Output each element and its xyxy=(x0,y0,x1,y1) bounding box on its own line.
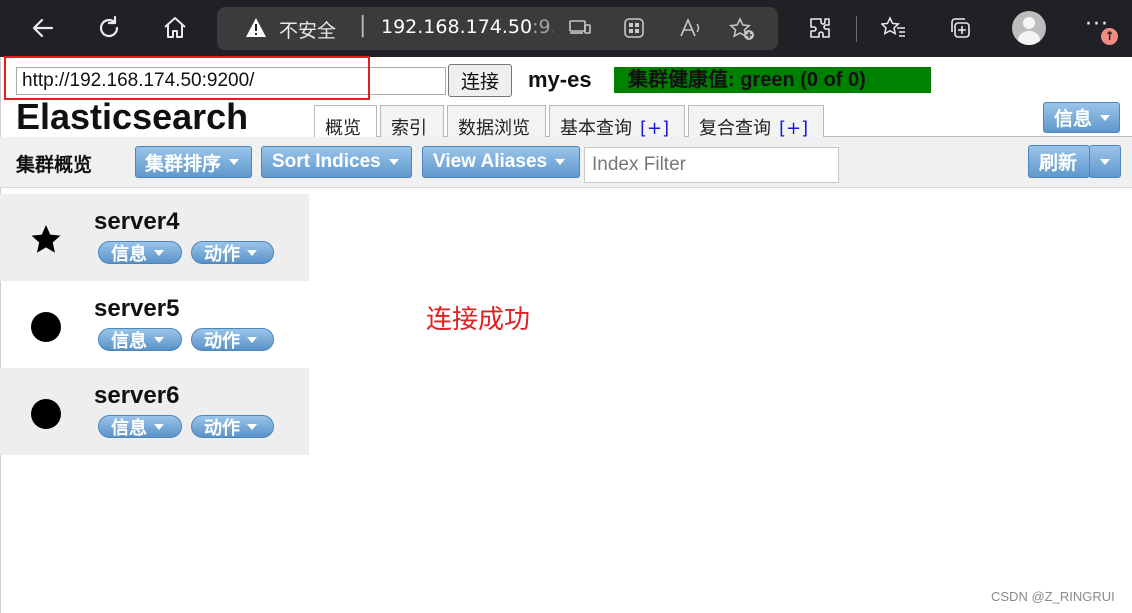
node-name: server4 xyxy=(94,208,180,235)
view-aliases-label: View Aliases xyxy=(433,151,548,172)
toolbar-divider xyxy=(856,16,857,42)
sort-indices-button[interactable]: Sort Indices xyxy=(261,146,412,178)
node-name: server5 xyxy=(94,295,180,322)
sort-cluster-label: 集群排序 xyxy=(145,153,222,175)
index-filter-input[interactable] xyxy=(584,147,839,183)
node-name: server6 xyxy=(94,382,180,409)
watermark: CSDN @Z_RINGRUI xyxy=(991,589,1115,604)
tab-label: 基本查询 xyxy=(560,118,632,139)
chevron-down-icon xyxy=(1100,158,1110,165)
chevron-down-icon xyxy=(247,423,257,430)
sort-indices-label: Sort Indices xyxy=(272,151,381,172)
info-menu-label: 信息 xyxy=(1054,109,1093,130)
back-arrow-icon[interactable] xyxy=(23,8,63,48)
cluster-health-status: 集群健康值: green (0 of 0) xyxy=(614,67,931,93)
info-menu-button[interactable]: 信息 xyxy=(1043,102,1120,133)
device-icon[interactable] xyxy=(567,17,593,41)
browser-toolbar: 不安全 | 192.168.174.50:9... ··· ↑ xyxy=(0,0,1132,57)
node-action-label: 动作 xyxy=(204,243,240,264)
insecure-label: 不安全 xyxy=(279,20,337,42)
tab-label: 复合查询 xyxy=(699,118,771,139)
apps-grid-icon[interactable] xyxy=(621,17,647,41)
update-badge-icon: ↑ xyxy=(1101,28,1118,45)
view-aliases-button[interactable]: View Aliases xyxy=(422,146,580,178)
tab-indices[interactable]: 索引 xyxy=(380,105,444,139)
node-action-label: 动作 xyxy=(204,330,240,351)
sort-cluster-button[interactable]: 集群排序 xyxy=(135,146,252,178)
collections-icon[interactable] xyxy=(940,8,980,48)
circle-icon xyxy=(31,312,61,342)
node-info-button[interactable]: 信息 xyxy=(98,241,182,264)
chevron-down-icon xyxy=(247,249,257,256)
page-title: Elasticsearch xyxy=(16,96,249,137)
node-info-button[interactable]: 信息 xyxy=(98,328,182,351)
chevron-down-icon xyxy=(154,249,164,256)
avatar-head xyxy=(1023,17,1035,29)
node-action-button[interactable]: 动作 xyxy=(191,415,274,438)
chevron-down-icon xyxy=(229,159,240,165)
url-rest: :9... xyxy=(532,16,553,38)
address-bar[interactable]: 不安全 | 192.168.174.50:9... xyxy=(217,7,778,50)
node-action-button[interactable]: 动作 xyxy=(191,328,274,351)
circle-icon xyxy=(31,399,61,429)
node-info-label: 信息 xyxy=(111,243,147,264)
node-info-label: 信息 xyxy=(111,330,147,351)
chevron-down-icon xyxy=(388,159,399,165)
node-row: server5 信息 动作 xyxy=(0,281,309,368)
tab-basic-query[interactable]: 基本查询 [+] xyxy=(549,105,685,139)
avatar-body xyxy=(1018,31,1040,45)
refresh-button[interactable]: 刷新 xyxy=(1028,145,1090,178)
read-aloud-icon[interactable] xyxy=(677,17,703,41)
cluster-name: my-es xyxy=(528,67,592,92)
favorites-icon[interactable] xyxy=(874,8,914,48)
chevron-down-icon xyxy=(154,423,164,430)
tab-add-link[interactable]: [+] xyxy=(779,118,808,139)
favorite-add-icon[interactable] xyxy=(729,17,755,41)
tab-label: 索引 xyxy=(391,118,427,139)
connection-success-note: 连接成功 xyxy=(426,305,531,335)
tab-overview[interactable]: 概览 xyxy=(314,105,377,139)
star-icon xyxy=(31,225,61,253)
refresh-label: 刷新 xyxy=(1039,153,1078,174)
connect-button[interactable]: 连接 xyxy=(448,64,512,97)
highlight-box xyxy=(4,56,370,100)
profile-avatar-icon[interactable] xyxy=(1012,11,1046,45)
address-separator: | xyxy=(359,13,367,38)
node-row: server4 信息 动作 xyxy=(0,194,309,281)
url-host: 192.168.174.50 xyxy=(381,16,533,38)
home-icon[interactable] xyxy=(155,8,195,48)
node-action-button[interactable]: 动作 xyxy=(191,241,274,264)
refresh-options-button[interactable] xyxy=(1089,145,1121,178)
reload-icon[interactable] xyxy=(89,8,129,48)
tab-compound-query[interactable]: 复合查询 [+] xyxy=(688,105,824,139)
node-action-label: 动作 xyxy=(204,417,240,438)
cluster-overview-title: 集群概览 xyxy=(16,154,93,176)
tab-label: 概览 xyxy=(325,118,361,139)
warning-icon[interactable] xyxy=(245,17,267,39)
node-row: server6 信息 动作 xyxy=(0,368,309,455)
chevron-down-icon xyxy=(247,336,257,343)
chevron-down-icon xyxy=(1100,114,1111,121)
chevron-down-icon xyxy=(555,159,566,165)
tab-label: 数据浏览 xyxy=(458,118,530,139)
tab-add-link[interactable]: [+] xyxy=(640,118,669,139)
tab-browser[interactable]: 数据浏览 xyxy=(447,105,546,139)
address-url[interactable]: 192.168.174.50:9... xyxy=(381,16,553,38)
extensions-icon[interactable] xyxy=(800,8,840,48)
node-info-button[interactable]: 信息 xyxy=(98,415,182,438)
node-info-label: 信息 xyxy=(111,417,147,438)
chevron-down-icon xyxy=(154,336,164,343)
